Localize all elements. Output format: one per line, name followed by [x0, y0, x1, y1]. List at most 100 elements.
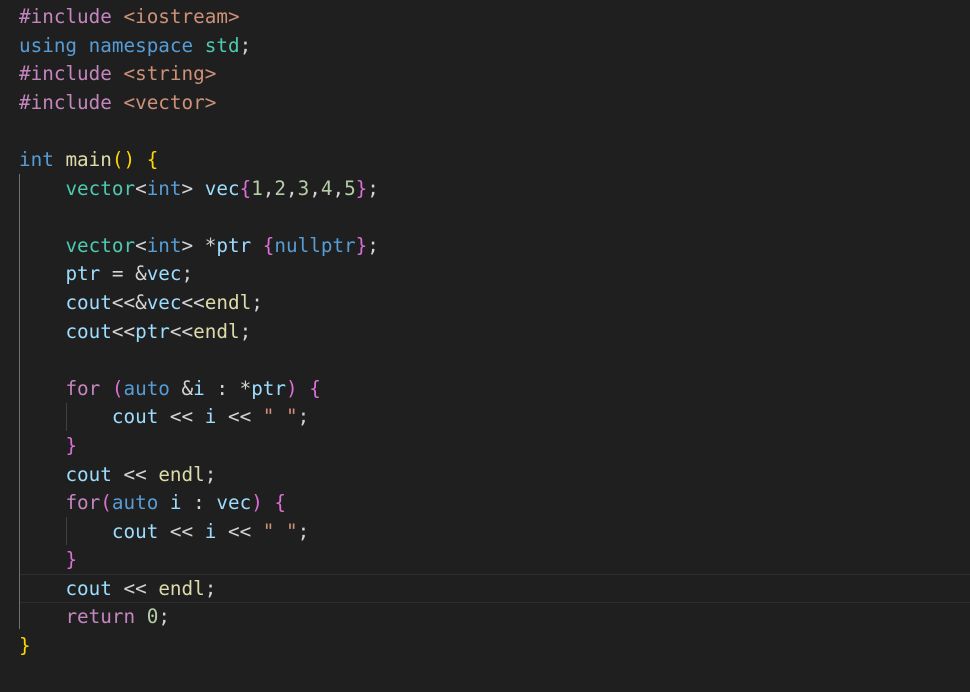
code-editor[interactable]: #include <iostream> using namespace std; #…	[0, 0, 970, 692]
token-bracket1: {	[146, 147, 159, 171]
token-variable: cout	[65, 576, 112, 600]
code-line[interactable]: }	[19, 632, 379, 661]
token-number: 4	[320, 176, 333, 200]
code-line[interactable]: vector<int> *ptr {nullptr};	[19, 232, 379, 261]
code-line[interactable]: for (auto &i : *ptr) {	[19, 375, 379, 404]
token-bracket2: }	[355, 233, 368, 257]
token-bracket2: {	[309, 376, 321, 400]
code-line[interactable]: cout << i << " ";	[19, 518, 379, 547]
code-line[interactable]: for(auto i : vec) {	[19, 489, 379, 518]
token-plain: ;	[367, 233, 379, 257]
token-plain: <<	[111, 576, 159, 600]
code-line[interactable]: #include <iostream>	[19, 3, 379, 32]
token-variable: ptr	[135, 319, 170, 343]
token-control: for	[65, 376, 101, 400]
token-keyword: using	[19, 33, 78, 57]
token-bracket2: {	[239, 176, 252, 200]
token-plain: <	[135, 176, 147, 200]
token-variable: ptr	[216, 233, 252, 257]
code-line[interactable]	[19, 117, 379, 146]
code-line[interactable]: cout << endl;	[19, 461, 379, 490]
code-line[interactable]: }	[19, 432, 379, 461]
code-line[interactable]	[19, 346, 379, 375]
token-keyword: nullptr	[274, 233, 356, 257]
token-plain: ;	[181, 262, 194, 286]
token-control: return	[65, 605, 136, 629]
token-bracket2: }	[65, 548, 78, 572]
token-plain: ;	[251, 290, 263, 314]
token-number: 5	[344, 176, 356, 200]
token-variable: i	[193, 376, 205, 400]
token-plain: <<&	[111, 290, 147, 314]
token-plain: ;	[204, 576, 217, 600]
code-line[interactable]: using namespace std;	[19, 32, 379, 61]
token-plain: ;	[239, 33, 252, 57]
token-plain: > *	[181, 233, 217, 257]
token-bracket2: {	[274, 491, 287, 515]
token-plain: ;	[204, 462, 217, 486]
code-line[interactable]: #include <vector>	[19, 89, 379, 118]
token-bracket2: }	[355, 176, 368, 200]
token-type: vector	[65, 233, 136, 257]
token-plain: ,	[332, 176, 345, 200]
code-line[interactable]: cout<<&vec<<endl;	[19, 289, 379, 318]
code-line[interactable]: int main() {	[19, 146, 379, 175]
token-number: 3	[297, 176, 310, 200]
token-function: endl	[158, 576, 205, 600]
token-bracket1: ()	[111, 147, 136, 171]
token-include-path: <vector>	[123, 90, 217, 114]
token-include-path: <iostream>	[123, 5, 240, 28]
token-plain: ;	[367, 176, 379, 200]
token-keyword: int	[146, 233, 182, 257]
token-plain: ,	[262, 176, 275, 200]
token-bracket2: }	[65, 433, 78, 457]
token-function: endl	[193, 319, 240, 343]
token-keyword: namespace	[88, 33, 194, 57]
code-line[interactable]: #include <string>	[19, 60, 379, 89]
token-plain: <<	[181, 290, 205, 314]
token-string: " "	[262, 519, 298, 543]
token-plain: <<	[216, 519, 263, 543]
code-line[interactable]: cout<<ptr<<endl;	[19, 318, 379, 347]
token-plain: <<	[216, 405, 263, 429]
token-function: endl	[158, 462, 205, 486]
code-text-area[interactable]: #include <iostream> using namespace std; #…	[19, 3, 379, 661]
token-bracket1: }	[19, 634, 31, 658]
token-plain: ,	[286, 176, 298, 200]
token-preprocessor: #include	[19, 5, 124, 28]
token-variable: i	[204, 405, 217, 429]
token-keyword: auto	[111, 491, 159, 515]
token-number: 0	[146, 605, 159, 629]
code-line[interactable]	[19, 203, 379, 232]
code-line[interactable]: vector<int> vec{1,2,3,4,5};	[19, 175, 379, 204]
code-line[interactable]: ptr = &vec;	[19, 260, 379, 289]
token-variable: cout	[65, 462, 112, 486]
token-variable: cout	[65, 319, 112, 343]
token-control: for	[65, 491, 101, 515]
code-line[interactable]: cout << i << " ";	[19, 403, 379, 432]
token-bracket2: )	[251, 491, 263, 515]
token-keyword: int	[19, 147, 54, 171]
token-number: 1	[251, 176, 263, 200]
token-plain: <<	[158, 519, 205, 543]
token-plain: &	[169, 376, 194, 400]
code-line[interactable]: }	[19, 546, 379, 575]
code-line[interactable]: return 0;	[19, 603, 379, 632]
code-line[interactable]: cout << endl;	[19, 575, 379, 604]
token-bracket2: )	[286, 376, 298, 400]
